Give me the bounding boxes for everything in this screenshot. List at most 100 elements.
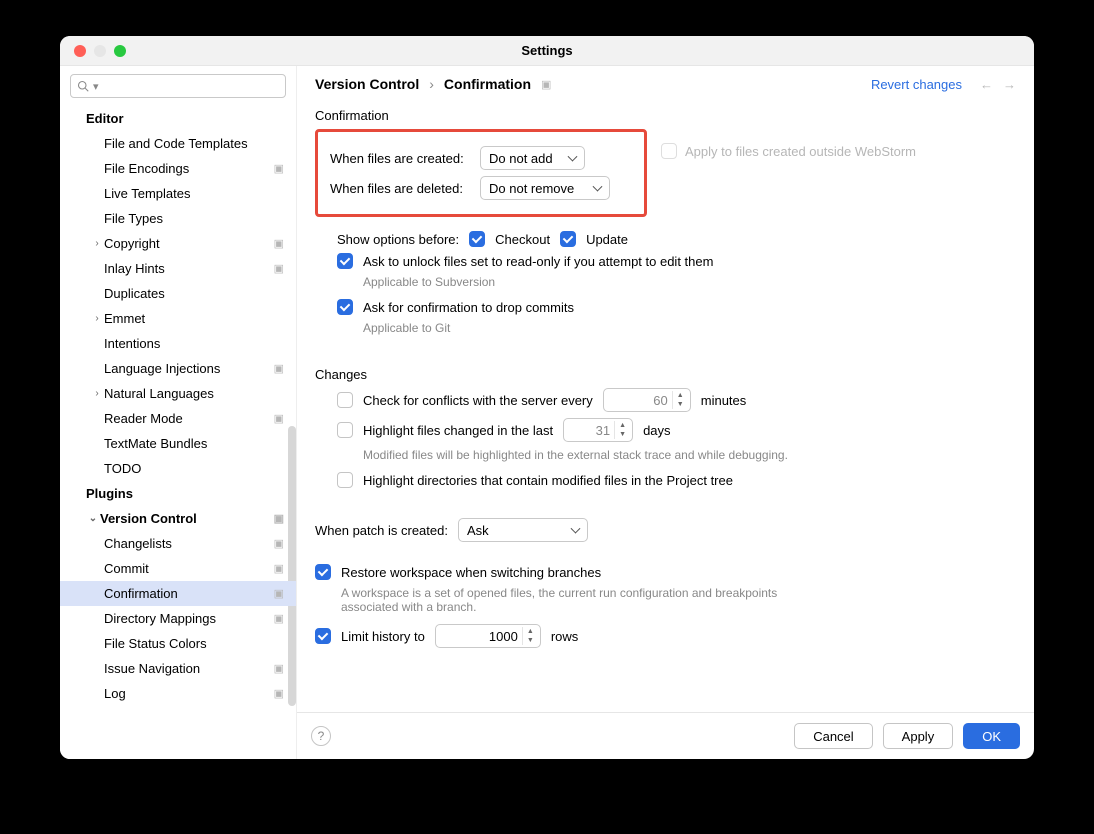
sidebar-item-label: Commit — [104, 561, 274, 576]
sidebar: ▾ Editor File and Code Templates File Enco… — [60, 66, 297, 759]
sidebar-item-log[interactable]: Log▣ — [60, 681, 296, 706]
sidebar-item-label: Log — [104, 686, 274, 701]
unlock-desc: Applicable to Subversion — [363, 275, 1016, 289]
project-overlay-icon: ▣ — [274, 237, 284, 250]
cancel-button[interactable]: Cancel — [794, 723, 872, 749]
restore-checkbox[interactable] — [315, 564, 331, 580]
spinner-icon[interactable]: ▲▼ — [672, 391, 688, 409]
sidebar-item-copyright[interactable]: ›Copyright▣ — [60, 231, 296, 256]
show-before-checkout-checkbox[interactable] — [469, 231, 485, 247]
sidebar-item-label: Confirmation — [104, 586, 274, 601]
sidebar-item-live-templates[interactable]: Live Templates — [60, 181, 296, 206]
breadcrumb: Version Control › Confirmation ▣ — [315, 76, 551, 92]
settings-window: Settings ▾ Editor File and Code Templates… — [60, 36, 1034, 759]
footer: ? Cancel Apply OK — [297, 712, 1034, 759]
highlight-files-unit: days — [643, 423, 670, 438]
created-select[interactable]: Do not add — [480, 146, 585, 170]
nav-back-icon[interactable]: ← — [980, 77, 993, 92]
help-icon[interactable]: ? — [311, 726, 331, 746]
drop-commits-label: Ask for confirmation to drop commits — [363, 300, 574, 315]
sidebar-item-label: File and Code Templates — [104, 136, 296, 151]
sidebar-item-directory-mappings[interactable]: Directory Mappings▣ — [60, 606, 296, 631]
sidebar-item-label: Version Control — [100, 511, 274, 526]
restore-label: Restore workspace when switching branche… — [341, 565, 601, 580]
project-overlay-icon: ▣ — [541, 78, 551, 91]
confirmation-callout: When files are created: Do not add When … — [315, 129, 647, 217]
sidebar-item-label: TextMate Bundles — [104, 436, 296, 451]
sidebar-item-textmate-bundles[interactable]: TextMate Bundles — [60, 431, 296, 456]
limit-history-checkbox[interactable] — [315, 628, 331, 644]
sidebar-item-label: Directory Mappings — [104, 611, 274, 626]
limit-history-unit: rows — [551, 629, 578, 644]
sidebar-item-label: File Types — [104, 211, 296, 226]
apply-button[interactable]: Apply — [883, 723, 954, 749]
sidebar-item-intentions[interactable]: Intentions — [60, 331, 296, 356]
highlight-files-input[interactable]: 31 ▲▼ — [563, 418, 633, 442]
settings-tree[interactable]: Editor File and Code Templates File Encodi… — [60, 106, 296, 759]
chevron-right-icon[interactable]: › — [90, 388, 104, 399]
sidebar-item-commit[interactable]: Commit▣ — [60, 556, 296, 581]
revert-changes-link[interactable]: Revert changes — [871, 77, 962, 92]
sidebar-item-label: Reader Mode — [104, 411, 274, 426]
conflicts-input[interactable]: 60 ▲▼ — [603, 388, 691, 412]
spinner-icon[interactable]: ▲▼ — [614, 421, 630, 439]
patch-select[interactable]: Ask — [458, 518, 588, 542]
chevron-right-icon[interactable]: › — [90, 238, 104, 249]
sidebar-item-reader-mode[interactable]: Reader Mode▣ — [60, 406, 296, 431]
breadcrumb-root[interactable]: Version Control — [315, 76, 419, 92]
sidebar-item-issue-navigation[interactable]: Issue Navigation▣ — [60, 656, 296, 681]
sidebar-item-language-injections[interactable]: Language Injections▣ — [60, 356, 296, 381]
highlight-files-checkbox[interactable] — [337, 422, 353, 438]
nav-forward-icon[interactable]: → — [1003, 77, 1016, 92]
sidebar-item-label: File Encodings — [104, 161, 274, 176]
chevron-right-icon: › — [429, 76, 434, 92]
limit-history-input[interactable]: 1000 ▲▼ — [435, 624, 541, 648]
sidebar-item-file-and-code-templates[interactable]: File and Code Templates — [60, 131, 296, 156]
conflicts-unit: minutes — [701, 393, 747, 408]
conflicts-checkbox[interactable] — [337, 392, 353, 408]
show-before-update-checkbox[interactable] — [560, 231, 576, 247]
window-title: Settings — [60, 43, 1034, 58]
sidebar-item-version-control[interactable]: ⌄Version Control▣ — [60, 506, 296, 531]
ok-button[interactable]: OK — [963, 723, 1020, 749]
project-overlay-icon: ▣ — [274, 512, 284, 525]
breadcrumb-leaf: Confirmation — [444, 76, 531, 92]
created-label: When files are created: — [330, 151, 470, 166]
deleted-label: When files are deleted: — [330, 181, 470, 196]
unlock-checkbox[interactable] — [337, 253, 353, 269]
chevron-right-icon[interactable]: › — [90, 313, 104, 324]
sidebar-item-changelists[interactable]: Changelists▣ — [60, 531, 296, 556]
sidebar-item-file-encodings[interactable]: File Encodings▣ — [60, 156, 296, 181]
deleted-select[interactable]: Do not remove — [480, 176, 610, 200]
chevron-down-icon[interactable]: ⌄ — [86, 513, 100, 524]
search-input[interactable]: ▾ — [70, 74, 286, 98]
sidebar-item-todo[interactable]: TODO — [60, 456, 296, 481]
spinner-icon[interactable]: ▲▼ — [522, 627, 538, 645]
show-before-update-label: Update — [586, 232, 628, 247]
sidebar-item-file-types[interactable]: File Types — [60, 206, 296, 231]
project-overlay-icon: ▣ — [274, 662, 284, 675]
sidebar-item-emmet[interactable]: ›Emmet — [60, 306, 296, 331]
sidebar-item-confirmation[interactable]: Confirmation▣ — [60, 581, 296, 606]
sidebar-item-file-status-colors[interactable]: File Status Colors — [60, 631, 296, 656]
sidebar-item-label: Copyright — [104, 236, 274, 251]
titlebar: Settings — [60, 36, 1034, 66]
sidebar-item-label: Editor — [86, 111, 296, 126]
unlock-label: Ask to unlock files set to read-only if … — [363, 254, 713, 269]
sidebar-item-editor[interactable]: Editor — [60, 106, 296, 131]
highlight-files-label: Highlight files changed in the last — [363, 423, 553, 438]
sidebar-item-duplicates[interactable]: Duplicates — [60, 281, 296, 306]
conflicts-label: Check for conflicts with the server ever… — [363, 393, 593, 408]
sidebar-item-inlay-hints[interactable]: Inlay Hints▣ — [60, 256, 296, 281]
apply-outside-checkbox[interactable] — [661, 143, 677, 159]
sidebar-item-label: Natural Languages — [104, 386, 296, 401]
drop-commits-checkbox[interactable] — [337, 299, 353, 315]
sidebar-item-natural-languages[interactable]: ›Natural Languages — [60, 381, 296, 406]
sidebar-item-plugins[interactable]: Plugins — [60, 481, 296, 506]
highlight-dirs-label: Highlight directories that contain modif… — [363, 473, 733, 488]
project-overlay-icon: ▣ — [274, 362, 284, 375]
main-panel: Version Control › Confirmation ▣ Revert … — [297, 66, 1034, 759]
section-changes-title: Changes — [315, 367, 1016, 382]
highlight-dirs-checkbox[interactable] — [337, 472, 353, 488]
project-overlay-icon: ▣ — [274, 162, 284, 175]
